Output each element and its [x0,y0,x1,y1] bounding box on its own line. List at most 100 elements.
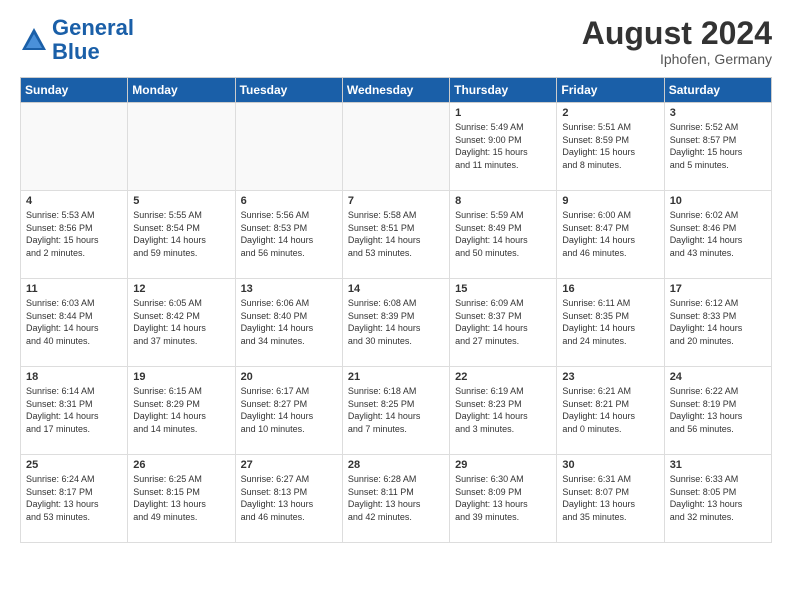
day-info: Sunrise: 5:55 AM Sunset: 8:54 PM Dayligh… [133,209,229,259]
day-number: 23 [562,371,658,383]
day-info: Sunrise: 6:30 AM Sunset: 8:09 PM Dayligh… [455,473,551,523]
calendar-cell: 29 Sunrise: 6:30 AM Sunset: 8:09 PM Dayli… [450,455,557,543]
day-info: Sunrise: 5:49 AM Sunset: 9:00 PM Dayligh… [455,121,551,171]
calendar-cell: 5 Sunrise: 5:55 AM Sunset: 8:54 PM Daylig… [128,191,235,279]
day-info: Sunrise: 6:09 AM Sunset: 8:37 PM Dayligh… [455,297,551,347]
day-number: 7 [348,195,444,207]
calendar-cell: 2Sunrise: 5:51 AM Sunset: 8:59 PM Daylig… [557,103,664,191]
day-number: 18 [26,371,122,383]
calendar-cell: 14 Sunrise: 6:08 AM Sunset: 8:39 PM Dayli… [342,279,449,367]
calendar-cell: 25Sunrise: 6:24 AM Sunset: 8:17 PM Dayli… [21,455,128,543]
day-info: Sunrise: 6:02 AM Sunset: 8:46 PM Dayligh… [670,209,766,259]
weekday-header-row: SundayMondayTuesdayWednesdayThursdayFrid… [21,78,772,103]
location: Iphofen, Germany [582,51,772,67]
day-number: 13 [241,283,337,295]
week-row-3: 11 Sunrise: 6:03 AM Sunset: 8:44 PM Dayli… [21,279,772,367]
day-number: 30 [562,459,658,471]
calendar-cell: 17 Sunrise: 6:12 AM Sunset: 8:33 PM Dayli… [664,279,771,367]
day-info: Sunrise: 6:11 AM Sunset: 8:35 PM Dayligh… [562,297,658,347]
weekday-monday: Monday [128,78,235,103]
day-number: 1 [455,107,551,119]
calendar-cell: 8 Sunrise: 5:59 AM Sunset: 8:49 PM Daylig… [450,191,557,279]
calendar-cell: 1 Sunrise: 5:49 AM Sunset: 9:00 PM Daylig… [450,103,557,191]
day-info: Sunrise: 6:22 AM Sunset: 8:19 PM Dayligh… [670,385,766,435]
day-number: 16 [562,283,658,295]
day-number: 27 [241,459,337,471]
day-number: 26 [133,459,229,471]
day-number: 10 [670,195,766,207]
day-info: Sunrise: 6:06 AM Sunset: 8:40 PM Dayligh… [241,297,337,347]
day-info: Sunrise: 6:19 AM Sunset: 8:23 PM Dayligh… [455,385,551,435]
day-info: Sunrise: 6:25 AM Sunset: 8:15 PM Dayligh… [133,473,229,523]
day-number: 28 [348,459,444,471]
calendar-cell: 31 Sunrise: 6:33 AM Sunset: 8:05 PM Dayli… [664,455,771,543]
calendar-cell: 15 Sunrise: 6:09 AM Sunset: 8:37 PM Dayli… [450,279,557,367]
day-number: 25 [26,459,122,471]
calendar-cell: 7 Sunrise: 5:58 AM Sunset: 8:51 PM Daylig… [342,191,449,279]
calendar-cell: 27 Sunrise: 6:27 AM Sunset: 8:13 PM Dayli… [235,455,342,543]
day-number: 8 [455,195,551,207]
calendar-cell [342,103,449,191]
logo-icon [20,26,48,54]
day-info: Sunrise: 5:58 AM Sunset: 8:51 PM Dayligh… [348,209,444,259]
day-number: 5 [133,195,229,207]
calendar-cell: 13 Sunrise: 6:06 AM Sunset: 8:40 PM Dayli… [235,279,342,367]
day-info: Sunrise: 6:05 AM Sunset: 8:42 PM Dayligh… [133,297,229,347]
day-number: 9 [562,195,658,207]
day-info: Sunrise: 5:51 AM Sunset: 8:59 PM Dayligh… [562,121,658,171]
week-row-4: 18Sunrise: 6:14 AM Sunset: 8:31 PM Dayli… [21,367,772,455]
calendar-cell: 26 Sunrise: 6:25 AM Sunset: 8:15 PM Dayli… [128,455,235,543]
calendar-cell: 24 Sunrise: 6:22 AM Sunset: 8:19 PM Dayli… [664,367,771,455]
calendar-cell: 23 Sunrise: 6:21 AM Sunset: 8:21 PM Dayli… [557,367,664,455]
weekday-sunday: Sunday [21,78,128,103]
day-number: 31 [670,459,766,471]
day-info: Sunrise: 6:12 AM Sunset: 8:33 PM Dayligh… [670,297,766,347]
day-info: Sunrise: 5:53 AM Sunset: 8:56 PM Dayligh… [26,209,122,259]
day-number: 22 [455,371,551,383]
weekday-friday: Friday [557,78,664,103]
day-number: 29 [455,459,551,471]
day-number: 14 [348,283,444,295]
day-info: Sunrise: 6:00 AM Sunset: 8:47 PM Dayligh… [562,209,658,259]
day-info: Sunrise: 6:17 AM Sunset: 8:27 PM Dayligh… [241,385,337,435]
day-number: 21 [348,371,444,383]
day-number: 17 [670,283,766,295]
calendar-cell: 9 Sunrise: 6:00 AM Sunset: 8:47 PM Daylig… [557,191,664,279]
logo-general: General [52,15,134,40]
day-info: Sunrise: 6:21 AM Sunset: 8:21 PM Dayligh… [562,385,658,435]
weekday-wednesday: Wednesday [342,78,449,103]
weekday-thursday: Thursday [450,78,557,103]
day-number: 24 [670,371,766,383]
calendar-cell: 21 Sunrise: 6:18 AM Sunset: 8:25 PM Dayli… [342,367,449,455]
day-info: Sunrise: 6:33 AM Sunset: 8:05 PM Dayligh… [670,473,766,523]
day-number: 3 [670,107,766,119]
day-number: 19 [133,371,229,383]
day-number: 11 [26,283,122,295]
weekday-saturday: Saturday [664,78,771,103]
day-info: Sunrise: 6:03 AM Sunset: 8:44 PM Dayligh… [26,297,122,347]
week-row-1: 1 Sunrise: 5:49 AM Sunset: 9:00 PM Daylig… [21,103,772,191]
calendar-cell: 3Sunrise: 5:52 AM Sunset: 8:57 PM Daylig… [664,103,771,191]
calendar-cell: 18Sunrise: 6:14 AM Sunset: 8:31 PM Dayli… [21,367,128,455]
day-info: Sunrise: 6:31 AM Sunset: 8:07 PM Dayligh… [562,473,658,523]
week-row-5: 25Sunrise: 6:24 AM Sunset: 8:17 PM Dayli… [21,455,772,543]
day-info: Sunrise: 6:15 AM Sunset: 8:29 PM Dayligh… [133,385,229,435]
calendar-cell: 12 Sunrise: 6:05 AM Sunset: 8:42 PM Dayli… [128,279,235,367]
calendar-cell: 4 Sunrise: 5:53 AM Sunset: 8:56 PM Daylig… [21,191,128,279]
calendar-cell: 19 Sunrise: 6:15 AM Sunset: 8:29 PM Dayli… [128,367,235,455]
calendar-cell: 20Sunrise: 6:17 AM Sunset: 8:27 PM Dayli… [235,367,342,455]
day-number: 6 [241,195,337,207]
day-number: 15 [455,283,551,295]
day-number: 4 [26,195,122,207]
title-block: August 2024 Iphofen, Germany [582,16,772,67]
logo-blue: Blue [52,39,100,64]
day-info: Sunrise: 5:59 AM Sunset: 8:49 PM Dayligh… [455,209,551,259]
calendar-cell: 22 Sunrise: 6:19 AM Sunset: 8:23 PM Dayli… [450,367,557,455]
page-container: General Blue August 2024 Iphofen, German… [0,0,792,553]
calendar-cell: 11 Sunrise: 6:03 AM Sunset: 8:44 PM Dayli… [21,279,128,367]
calendar-cell: 28Sunrise: 6:28 AM Sunset: 8:11 PM Dayli… [342,455,449,543]
day-info: Sunrise: 6:18 AM Sunset: 8:25 PM Dayligh… [348,385,444,435]
day-info: Sunrise: 6:08 AM Sunset: 8:39 PM Dayligh… [348,297,444,347]
day-info: Sunrise: 6:27 AM Sunset: 8:13 PM Dayligh… [241,473,337,523]
day-number: 12 [133,283,229,295]
